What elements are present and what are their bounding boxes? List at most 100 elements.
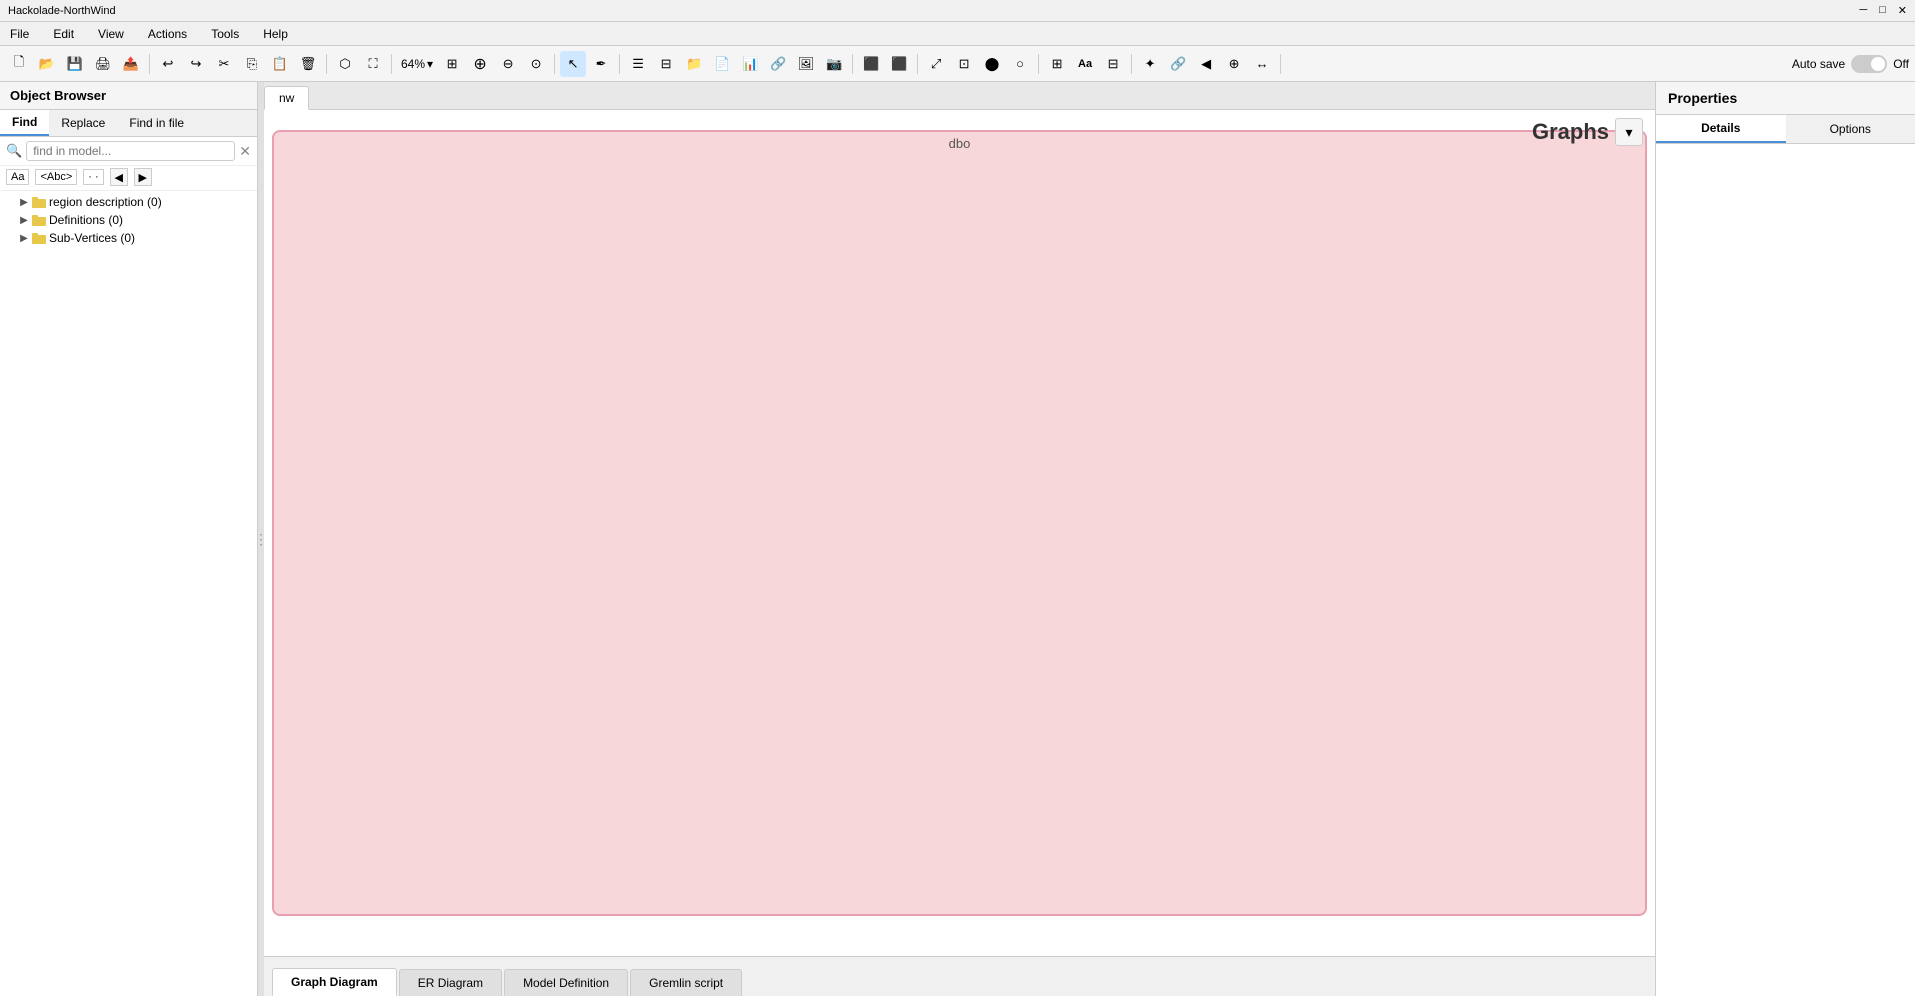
bottom-tab-model-definition[interactable]: Model Definition — [504, 969, 628, 996]
zoom-in-btn[interactable]: ⊕ — [467, 51, 493, 77]
separator-7 — [917, 54, 918, 74]
right-tab-details[interactable]: Details — [1656, 115, 1786, 143]
cursor-btn[interactable]: ↖ — [560, 51, 586, 77]
canvas-area[interactable]: Graphs ▾ dbo — [264, 110, 1655, 956]
zoom-fit-btn[interactable]: ⊞ — [439, 51, 465, 77]
tree-expander[interactable]: ▶ — [18, 232, 30, 244]
cut-btn[interactable]: ✂ — [211, 51, 237, 77]
new-btn[interactable]: 🗋 — [6, 51, 32, 77]
properties-list — [1656, 144, 1915, 996]
star-btn[interactable]: ✦ — [1137, 51, 1163, 77]
zoom-level[interactable]: 64% ▾ — [397, 57, 437, 71]
forward-btn[interactable]: ⬡ — [332, 51, 358, 77]
search-options: Aa <Abc> · · ◀ ▶ — [0, 166, 257, 191]
arrow-r-btn[interactable]: ⊕ — [1221, 51, 1247, 77]
graphs-dropdown-btn[interactable]: ▾ — [1615, 118, 1643, 146]
maximize-btn[interactable]: □ — [1879, 4, 1886, 17]
image-btn[interactable]: 🖼 — [793, 51, 819, 77]
bottom-tab-graph-diagram[interactable]: Graph Diagram — [272, 968, 397, 996]
separator-9 — [1131, 54, 1132, 74]
graph-btn[interactable]: 📊 — [737, 51, 763, 77]
search-opt-dot[interactable]: · · — [83, 169, 103, 185]
layout-v-btn[interactable]: ⊟ — [653, 51, 679, 77]
align-l-btn[interactable]: ⬛ — [858, 51, 884, 77]
left-panel: Object Browser Find Replace Find in file… — [0, 82, 258, 996]
delete-btn[interactable]: 🗑 — [295, 51, 321, 77]
search-next-btn[interactable]: ▶ — [134, 168, 152, 186]
tree-item[interactable]: ▶ Definitions (0) — [0, 211, 257, 229]
link-btn[interactable]: 🔗 — [1165, 51, 1191, 77]
print-btn[interactable]: 🖨 — [90, 51, 116, 77]
tree-item-label: Definitions (0) — [49, 213, 123, 227]
copy-btn[interactable]: ⎘ — [239, 51, 265, 77]
right-tab-options[interactable]: Options — [1786, 115, 1915, 143]
circle2-btn[interactable]: ○ — [1007, 51, 1033, 77]
minimize-btn[interactable]: ─ — [1859, 4, 1867, 17]
pen-btn[interactable]: ✒ — [588, 51, 614, 77]
search-bar: 🔍 ✕ — [0, 137, 257, 166]
menu-tools[interactable]: Tools — [205, 25, 245, 43]
dbo-frame: dbo — [272, 130, 1647, 916]
bottom-tab-gremlin-script[interactable]: Gremlin script — [630, 969, 742, 996]
bottom-tab-er-diagram[interactable]: ER Diagram — [399, 969, 502, 996]
save-btn[interactable]: 💾 — [62, 51, 88, 77]
tab-replace[interactable]: Replace — [49, 110, 117, 136]
tree-item-icon — [31, 212, 47, 228]
search-prev-btn[interactable]: ◀ — [110, 168, 128, 186]
dbo-label: dbo — [949, 136, 971, 151]
center-panel: nw Graphs ▾ dbo Graph Diagram ER Diagra — [264, 82, 1655, 996]
tree-expander[interactable]: ▶ — [18, 196, 30, 208]
main-layout: Object Browser Find Replace Find in file… — [0, 82, 1915, 996]
redo-btn[interactable]: ↪ — [183, 51, 209, 77]
separator-6 — [852, 54, 853, 74]
menu-actions[interactable]: Actions — [142, 25, 193, 43]
align-r-btn[interactable]: ⬛ — [886, 51, 912, 77]
doc-tab-nw[interactable]: nw — [264, 86, 309, 110]
right-panel: Properties Details Options — [1655, 82, 1915, 996]
grid-btn[interactable]: ⊟ — [1100, 51, 1126, 77]
search-opt-abc[interactable]: <Abc> — [35, 169, 77, 185]
doc-btn[interactable]: 📄 — [709, 51, 735, 77]
folder-btn[interactable]: 📁 — [681, 51, 707, 77]
autosave-toggle[interactable] — [1851, 55, 1887, 73]
tab-find-in-file[interactable]: Find in file — [117, 110, 196, 136]
menu-help[interactable]: Help — [257, 25, 294, 43]
menu-file[interactable]: File — [4, 25, 35, 43]
separator-1 — [149, 54, 150, 74]
search-opt-aa[interactable]: Aa — [6, 169, 29, 185]
font-btn[interactable]: Aa — [1072, 51, 1098, 77]
zoom-dropdown-icon[interactable]: ▾ — [427, 57, 433, 71]
menubar: File Edit View Actions Tools Help — [0, 22, 1915, 46]
zoom-out-btn[interactable]: ⊖ — [495, 51, 521, 77]
export-btn[interactable]: 📤 — [118, 51, 144, 77]
search-icon: 🔍 — [6, 143, 22, 159]
tree-item-icon — [31, 194, 47, 210]
autosave-area: Auto save Off — [1792, 55, 1909, 73]
separator-10 — [1280, 54, 1281, 74]
chain-btn[interactable]: 🔗 — [765, 51, 791, 77]
close-btn[interactable]: ✕ — [1898, 4, 1907, 17]
panel-btn[interactable]: ⊡ — [951, 51, 977, 77]
camera-btn[interactable]: 📷 — [821, 51, 847, 77]
circle-btn[interactable]: ⬤ — [979, 51, 1005, 77]
tab-find[interactable]: Find — [0, 110, 49, 136]
search-clear-btn[interactable]: ✕ — [239, 143, 251, 160]
tree-item[interactable]: ▶Sub-Vertices (0) — [0, 229, 257, 247]
undo-btn[interactable]: ↩ — [155, 51, 181, 77]
arrow-l-btn[interactable]: ◀ — [1193, 51, 1219, 77]
menu-view[interactable]: View — [92, 25, 130, 43]
graphs-title: Graphs — [1532, 119, 1609, 145]
nav-btn[interactable]: ↔ — [1249, 51, 1275, 77]
menu-edit[interactable]: Edit — [47, 25, 80, 43]
tree-item[interactable]: ▶region description (0) — [0, 193, 257, 211]
zoom-reset-btn[interactable]: ⊙ — [523, 51, 549, 77]
layout-h-btn[interactable]: ☰ — [625, 51, 651, 77]
tree-expander[interactable]: ▶ — [18, 214, 30, 226]
share-btn[interactable]: ⊞ — [1044, 51, 1070, 77]
search-input[interactable] — [26, 141, 235, 161]
object-browser-header: Object Browser — [0, 82, 257, 110]
open-btn[interactable]: 📂 — [34, 51, 60, 77]
full-btn[interactable]: ⛶ — [360, 51, 386, 77]
expand-btn[interactable]: ⤢ — [923, 51, 949, 77]
paste-btn[interactable]: 📋 — [267, 51, 293, 77]
